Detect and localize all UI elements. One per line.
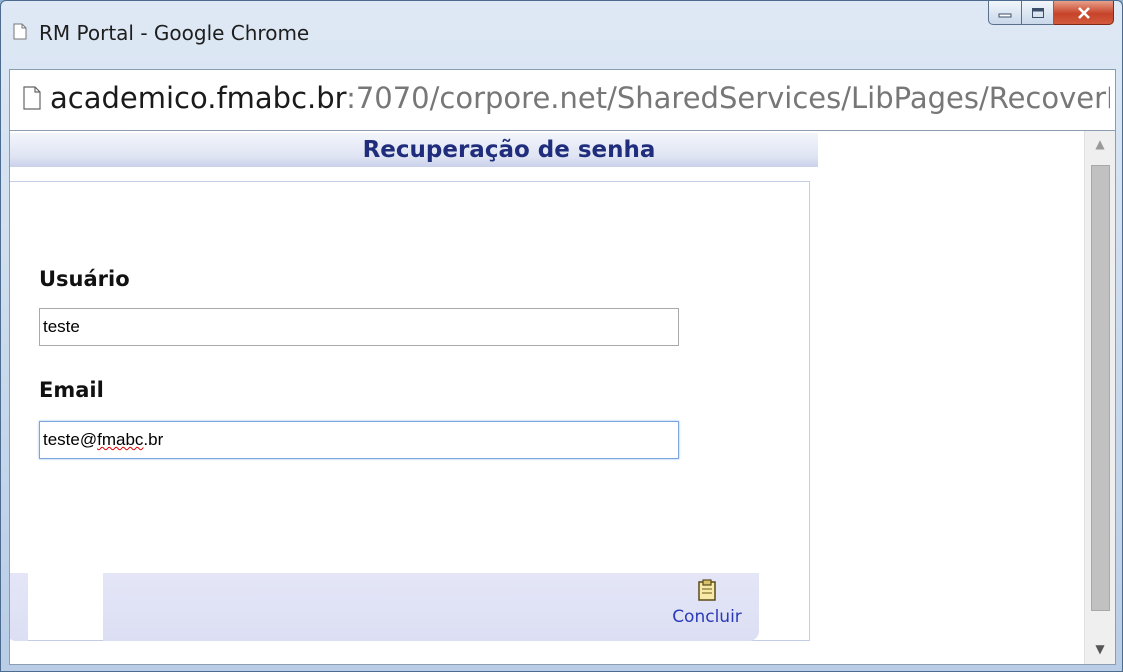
close-icon — [1077, 6, 1090, 19]
page-title: Recuperação de senha — [362, 137, 656, 163]
minimize-button[interactable] — [988, 1, 1022, 25]
spellcheck-underline: fmabc — [97, 430, 144, 449]
form-footer: Concluir — [103, 573, 759, 641]
title-bar[interactable]: RM Portal - Google Chrome — [1, 1, 1122, 63]
maximize-icon — [1031, 7, 1044, 18]
email-tld-part: .br — [143, 430, 164, 449]
panel-header: Recuperação de senha — [10, 133, 818, 167]
concluir-button[interactable]: Concluir — [667, 579, 747, 627]
page-icon — [13, 23, 27, 40]
browser-window: RM Portal - Google Chrome academico.fmab… — [0, 0, 1123, 672]
clipboard-icon — [698, 579, 716, 601]
url-path: :7070/corpore.net/SharedServices/LibPage… — [346, 81, 1110, 115]
username-label: Usuário — [39, 267, 130, 291]
email-label: Email — [39, 378, 104, 402]
page-content: Recuperação de senha Usuário teste Email… — [9, 131, 1116, 665]
vertical-scrollbar[interactable]: ▲ ▼ — [1084, 131, 1115, 664]
maximize-button[interactable] — [1022, 1, 1054, 25]
footer-left-corner — [10, 573, 28, 641]
email-user-part: teste@ — [43, 430, 98, 449]
window-title: RM Portal - Google Chrome — [39, 21, 310, 45]
minimize-icon — [998, 13, 1012, 17]
username-field[interactable]: teste — [39, 308, 679, 346]
window-controls — [988, 1, 1114, 27]
url-text[interactable]: academico.fmabc.br:7070/corpore.net/Shar… — [50, 81, 1110, 115]
email-field[interactable]: teste@fmabc.br — [39, 421, 679, 459]
concluir-label: Concluir — [672, 607, 742, 627]
scroll-up-arrow-icon[interactable]: ▲ — [1085, 133, 1115, 155]
scrollbar-thumb[interactable] — [1091, 165, 1110, 611]
page-icon — [23, 86, 41, 110]
scroll-down-arrow-icon[interactable]: ▼ — [1085, 638, 1115, 660]
recover-password-form: Usuário teste Email teste@fmabc.br — [10, 181, 810, 641]
address-bar[interactable]: academico.fmabc.br:7070/corpore.net/Shar… — [9, 69, 1116, 131]
url-host: academico.fmabc.br — [50, 81, 347, 115]
close-button[interactable] — [1054, 1, 1114, 25]
